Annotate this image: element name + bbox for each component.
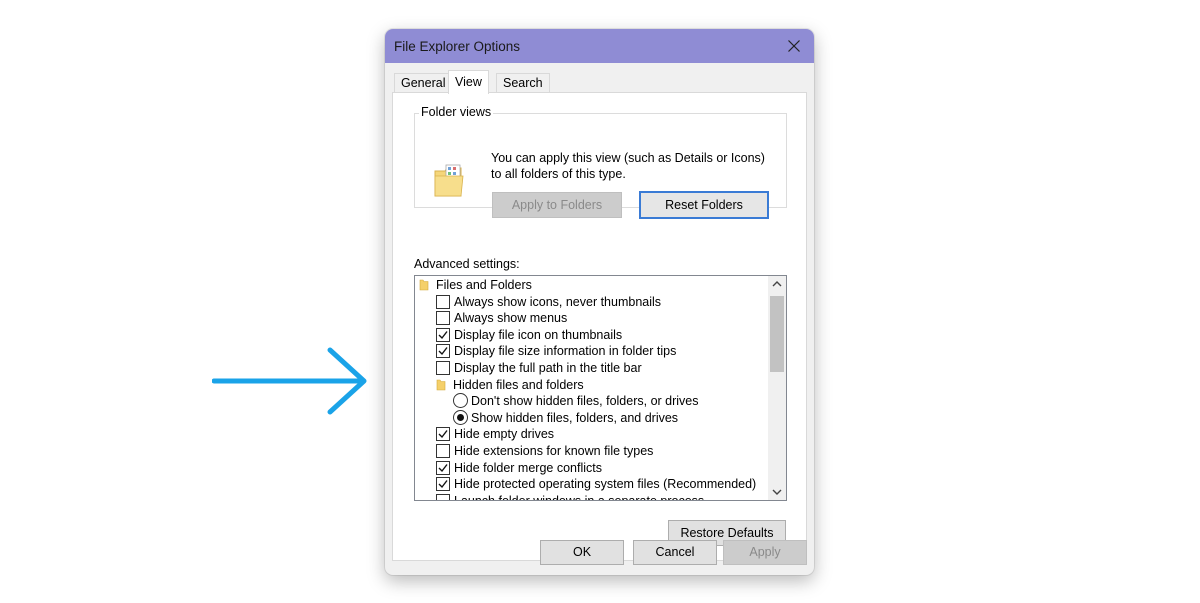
close-button[interactable] [774, 29, 814, 63]
checkbox-unchecked[interactable] [436, 311, 450, 326]
checkbox-checked[interactable] [436, 344, 450, 359]
list-item-label: Show hidden files, folders, and drives [471, 410, 679, 425]
list-item-label: Files and Folders [436, 278, 532, 292]
list-item-label: Always show menus [454, 311, 568, 326]
tab-search[interactable]: Search [496, 73, 550, 93]
folder-icon [419, 279, 429, 291]
title-bar: File Explorer Options [385, 29, 814, 63]
tab-view[interactable]: View [448, 70, 489, 94]
tab-label: General [401, 76, 446, 90]
list-item-label: Display file icon on thumbnails [454, 327, 623, 342]
folder-icon [436, 379, 446, 390]
tab-label: Search [503, 76, 543, 90]
advanced-settings-list[interactable]: Files and Folders Always show icons, neve… [414, 275, 787, 501]
checkbox-unchecked[interactable] [436, 294, 450, 309]
vertical-scrollbar[interactable] [768, 276, 786, 500]
arrow-right-icon [212, 347, 367, 415]
radio-selected[interactable] [453, 409, 468, 425]
checkmark-icon [438, 430, 448, 439]
radio-dot-icon [457, 413, 464, 421]
list-item-label: Hide empty drives [454, 427, 555, 442]
folder-views-icon [434, 164, 464, 197]
apply-to-folders-button[interactable]: Apply to Folders [492, 192, 622, 218]
radio-unselected[interactable] [453, 393, 468, 409]
list-item-label: Always show icons, never thumbnails [454, 294, 662, 309]
list-item-label: Hide extensions for known file types [454, 444, 654, 458]
folder-views-label: Folder views [419, 105, 494, 119]
tab-general[interactable]: General [394, 73, 453, 93]
list-item-label: Hidden files and folders [453, 377, 584, 392]
file-explorer-options-dialog: File Explorer Options General View Searc… [385, 29, 814, 575]
close-icon [788, 40, 800, 52]
list-item-label: Display the full path in the title bar [454, 361, 642, 375]
scroll-up-button[interactable] [768, 276, 786, 293]
checkbox-unchecked[interactable] [436, 493, 450, 500]
checkbox-checked[interactable] [436, 460, 450, 475]
list-item-label: Display file size information in folder … [454, 344, 677, 359]
checkmark-icon [438, 463, 448, 472]
scroll-thumb[interactable] [770, 296, 784, 372]
ok-button[interactable]: OK [540, 540, 624, 565]
checkmark-icon [438, 330, 448, 339]
view-tab-panel: Folder views You can apply this view (su… [392, 92, 807, 561]
dialog-title: File Explorer Options [394, 39, 521, 54]
list-item-label: Don't show hidden files, folders, or dri… [471, 394, 699, 409]
chevron-up-icon [772, 281, 782, 287]
tab-label: View [455, 75, 482, 89]
checkbox-unchecked[interactable] [436, 361, 450, 375]
advanced-settings-label: Advanced settings: [414, 257, 520, 271]
cancel-button[interactable]: Cancel [633, 540, 717, 565]
list-item-label: Launch folder windows in a separate proc… [454, 493, 705, 501]
reset-folders-button[interactable]: Reset Folders [639, 191, 769, 219]
apply-button[interactable]: Apply [723, 540, 807, 565]
scroll-down-button[interactable] [768, 483, 786, 500]
list-item-label: Hide folder merge conflicts [454, 460, 602, 475]
checkbox-checked[interactable] [436, 427, 450, 442]
checkmark-icon [438, 480, 448, 489]
checkmark-icon [438, 347, 448, 356]
chevron-down-icon [772, 489, 782, 495]
folder-views-description: You can apply this view (such as Details… [491, 151, 765, 181]
list-item-label: Hide protected operating system files (R… [454, 477, 757, 492]
checkbox-checked[interactable] [436, 327, 450, 342]
checkbox-checked[interactable] [436, 477, 450, 492]
checkbox-unchecked[interactable] [436, 444, 450, 458]
